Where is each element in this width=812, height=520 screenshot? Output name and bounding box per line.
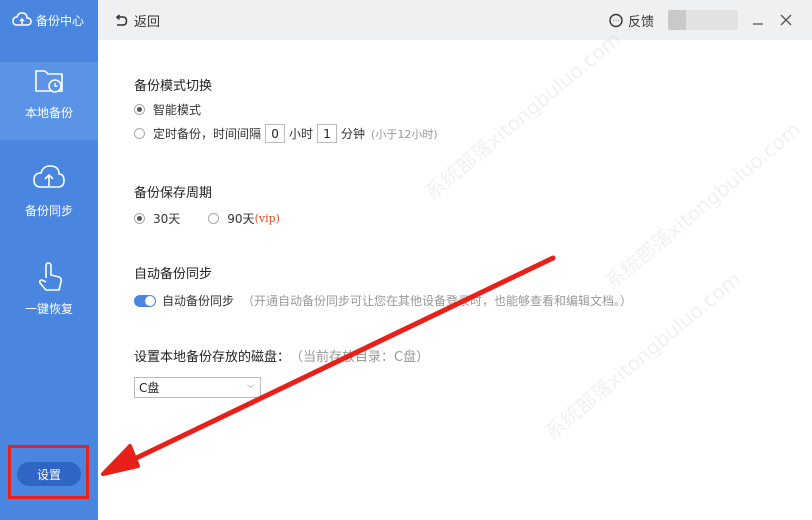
back-button[interactable]: 返回 <box>114 11 160 30</box>
minimize-button[interactable] <box>748 10 768 30</box>
watermark: 系统部落xitongbuluo.com <box>420 26 626 205</box>
radio-smart-mode[interactable]: 智能模式 <box>134 101 201 118</box>
radio-selected <box>134 104 145 115</box>
watermark: 系统部落xitongbuluo.com <box>600 116 806 295</box>
sidebar-item-label: 本地备份 <box>24 106 73 120</box>
radio-timed-backup[interactable]: 定时备份，时间间隔 0 小时 1 分钟 (小于12小时) <box>134 124 438 143</box>
disk-row: 设置本地备份存放的磁盘： （当前存放目录：C盘） <box>134 346 429 365</box>
sidebar-item-label: 一键恢复 <box>24 302 73 316</box>
radio-90-days[interactable] <box>208 213 220 224</box>
disk-select[interactable]: C盘 ⌵ <box>134 377 261 398</box>
retention-options: 30天 90天 (vip) <box>134 210 280 227</box>
avatar[interactable] <box>668 10 738 30</box>
title-bar: 返回 反馈 <box>98 0 812 40</box>
retention-title: 备份保存周期 <box>134 186 213 201</box>
sidebar: 备份中心 本地备份 备份同步 一键恢复 设置 <box>0 0 98 520</box>
disk-select-value: C盘 <box>139 381 160 395</box>
toggle-label: 自动备份同步 <box>162 294 235 308</box>
sidebar-item-backup-sync[interactable]: 备份同步 <box>0 160 98 238</box>
radio-unselected <box>134 128 145 139</box>
backup-mode-title: 备份模式切换 <box>134 79 213 94</box>
hours-unit: 小时 <box>289 127 314 141</box>
hours-input[interactable]: 0 <box>265 124 286 143</box>
undo-icon <box>115 13 128 26</box>
disk-current: （当前存放目录：C盘） <box>290 350 430 365</box>
auto-sync-description: （开通自动备份同步可让您在其他设备登录时，也能够查看和编辑文档。） <box>242 294 633 308</box>
interval-hint: (小于12小时) <box>371 127 438 141</box>
chevron-down-icon: ⌵ <box>247 381 254 391</box>
radio-label: 定时备份，时间间隔 <box>153 127 262 141</box>
cloud-logo-icon <box>12 12 32 26</box>
chat-bubble-icon <box>609 13 623 27</box>
feedback-button[interactable]: 反馈 <box>608 11 654 30</box>
minutes-unit: 分钟 <box>341 127 366 141</box>
close-icon <box>780 14 792 26</box>
app-title: 备份中心 <box>36 13 85 28</box>
radio-label: 90天 <box>227 212 255 226</box>
cloud-upload-icon <box>33 165 65 188</box>
back-label: 返回 <box>134 15 161 30</box>
auto-sync-toggle[interactable] <box>134 294 156 307</box>
vip-tag: (vip) <box>254 212 280 225</box>
settings-panel: 系统部落xitongbuluo.com 系统部落xitongbuluo.com … <box>98 27 812 520</box>
minutes-input[interactable]: 1 <box>317 124 338 143</box>
auto-sync-row: 自动备份同步 （开通自动备份同步可让您在其他设备登录时，也能够查看和编辑文档。） <box>134 292 632 309</box>
disk-title: 设置本地备份存放的磁盘： <box>134 350 291 365</box>
sidebar-item-restore[interactable]: 一键恢复 <box>0 258 98 336</box>
radio-label: 智能模式 <box>153 103 202 117</box>
annotation-highlight-box <box>8 445 89 499</box>
feedback-label: 反馈 <box>628 15 655 30</box>
app-header: 备份中心 <box>0 0 98 40</box>
sidebar-item-label: 备份同步 <box>24 204 73 218</box>
auto-sync-title: 自动备份同步 <box>134 267 213 282</box>
radio-label: 30天 <box>153 212 181 226</box>
close-button[interactable] <box>776 10 796 30</box>
hand-pointer-icon <box>38 262 63 291</box>
sidebar-item-local-backup[interactable]: 本地备份 <box>0 62 98 140</box>
radio-30-days[interactable] <box>134 213 145 224</box>
folder-clock-icon <box>35 70 63 93</box>
minimize-icon <box>753 23 763 25</box>
